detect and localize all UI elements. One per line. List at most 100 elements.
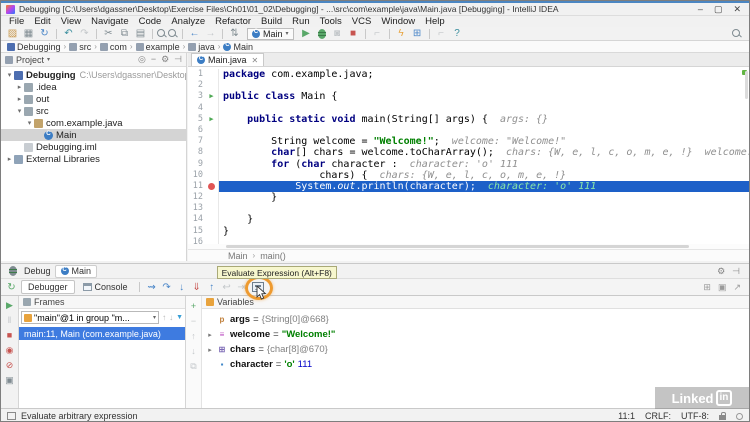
- tree-chevron-icon[interactable]: ▾: [5, 71, 14, 79]
- breakpoint-icon[interactable]: [208, 182, 215, 190]
- settings-gear-icon[interactable]: ⚙: [717, 266, 725, 277]
- menu-edit[interactable]: Edit: [29, 16, 55, 27]
- code-line-14[interactable]: 14 }: [188, 214, 749, 226]
- indicator-icon[interactable]: [736, 412, 743, 420]
- thread-dump-icon[interactable]: ▣: [5, 374, 14, 386]
- undo-icon[interactable]: ↶: [61, 27, 76, 40]
- tree-item-debugging[interactable]: ▾ DebuggingC:\Users\dgassner\Desktop\Exer…: [1, 69, 186, 81]
- file-encoding[interactable]: UTF-8:: [681, 411, 709, 421]
- breadcrumb-main[interactable]: Main: [223, 42, 253, 52]
- sync-icon[interactable]: ↻: [37, 27, 52, 40]
- replace-icon[interactable]: [168, 28, 178, 39]
- help-icon[interactable]: ?: [450, 27, 465, 40]
- gutter-cell[interactable]: [205, 192, 219, 204]
- attach-profiler-icon[interactable]: ⌐: [370, 27, 385, 40]
- view-breakpoints-icon[interactable]: ◉: [6, 344, 14, 356]
- collapse-all-icon[interactable]: −: [151, 54, 156, 65]
- forward-icon[interactable]: →: [203, 27, 218, 40]
- minimize-button[interactable]: –: [698, 4, 703, 15]
- scrollbar-thumb[interactable]: [745, 71, 748, 99]
- scrollbar-thumb[interactable]: [226, 245, 689, 248]
- paste-icon[interactable]: ▤: [133, 27, 148, 40]
- code-line-7[interactable]: 7 String welcome = "Welcome!"; welcome: …: [188, 136, 749, 148]
- code-line-3[interactable]: 3 ▶ public class Main {: [188, 91, 749, 103]
- line-separator[interactable]: CRLF:: [645, 411, 671, 421]
- project-structure-icon[interactable]: ⊞: [410, 27, 425, 40]
- drop-frame-icon[interactable]: ↩: [220, 281, 234, 294]
- gutter-cell[interactable]: [205, 236, 219, 244]
- breadcrumb-com[interactable]: com: [99, 42, 127, 52]
- gutter-cell[interactable]: [205, 124, 219, 137]
- step-out-icon[interactable]: ↑: [205, 281, 219, 294]
- debug-window-title[interactable]: Debug: [24, 266, 51, 276]
- close-button[interactable]: ✕: [733, 4, 741, 15]
- menu-code[interactable]: Code: [134, 16, 167, 27]
- move-watch-up-icon[interactable]: ↑: [191, 331, 196, 341]
- editor-tab-main-java[interactable]: Main.java ✕: [191, 53, 265, 66]
- expand-chevron-icon[interactable]: ▸: [206, 331, 214, 339]
- code-line-5[interactable]: 5 ▶ public static void main(String[] args…: [188, 113, 749, 125]
- code-line-15[interactable]: 15}: [188, 225, 749, 237]
- tree-item-.idea[interactable]: ▸ .idea: [1, 81, 186, 93]
- search-everywhere-icon[interactable]: [732, 28, 742, 39]
- sort-lines-icon[interactable]: ⇅: [227, 27, 242, 40]
- run-with-coverage-icon[interactable]: ◙: [330, 27, 345, 40]
- tree-item-com.example.java[interactable]: ▾ com.example.java: [1, 117, 186, 129]
- menu-window[interactable]: Window: [376, 16, 420, 27]
- toolwindow-toggle-icon[interactable]: [7, 412, 16, 420]
- menu-navigate[interactable]: Navigate: [86, 16, 134, 27]
- gutter-cell[interactable]: [205, 214, 219, 226]
- tab-console[interactable]: Console: [77, 280, 134, 294]
- save-all-icon[interactable]: ▦: [21, 27, 36, 40]
- tab-debugger[interactable]: Debugger: [21, 280, 75, 294]
- pause-program-icon[interactable]: ‖: [8, 314, 12, 326]
- layout-settings-icon[interactable]: ⊞: [703, 282, 711, 293]
- code-line-6[interactable]: 6: [188, 124, 749, 137]
- gutter-cell[interactable]: ▶: [205, 91, 219, 103]
- close-tab-icon[interactable]: ✕: [252, 56, 259, 65]
- hide-frames-filter-icon[interactable]: ▼: [176, 314, 183, 321]
- selected-frame-row[interactable]: main:11, Main (com.example.java): [19, 327, 185, 340]
- cut-icon[interactable]: ✂: [101, 27, 116, 40]
- chevron-down-icon[interactable]: ▾: [47, 56, 50, 63]
- mute-breakpoints-icon[interactable]: ⊘: [6, 359, 14, 371]
- variable-row-chars[interactable]: ▸ ⊞ chars = {char[8]@670}: [202, 342, 749, 357]
- duplicate-watch-icon[interactable]: ⧉: [190, 361, 196, 372]
- thread-selector[interactable]: "main"@1 in group "m... ▾: [21, 311, 160, 324]
- code-line-16[interactable]: 16: [188, 236, 749, 244]
- breadcrumb-src[interactable]: src: [69, 42, 91, 52]
- settings-gear-icon[interactable]: ⚙: [161, 54, 169, 65]
- gutter-cell[interactable]: [205, 225, 219, 237]
- gutter-cell[interactable]: [205, 180, 219, 193]
- hide-panel-icon[interactable]: ⊣: [732, 266, 740, 277]
- gutter-cell[interactable]: ▶: [205, 113, 219, 125]
- gutter-cell[interactable]: [205, 158, 219, 170]
- menu-refactor[interactable]: Refactor: [210, 16, 256, 27]
- menu-view[interactable]: View: [56, 16, 86, 27]
- gutter-cell[interactable]: [205, 102, 219, 114]
- menu-build[interactable]: Build: [256, 16, 287, 27]
- gutter-cell[interactable]: [205, 69, 219, 81]
- menu-tools[interactable]: Tools: [315, 16, 347, 27]
- step-over-icon[interactable]: ↷: [160, 281, 174, 294]
- locate-file-icon[interactable]: ◎: [138, 54, 146, 65]
- remove-watch-icon[interactable]: −: [191, 316, 196, 326]
- menu-analyze[interactable]: Analyze: [166, 16, 210, 27]
- open-icon[interactable]: ▨: [5, 27, 20, 40]
- gutter-cell[interactable]: [205, 136, 219, 148]
- force-step-into-icon[interactable]: ⇓: [190, 281, 204, 294]
- maximize-button[interactable]: ▢: [714, 4, 723, 15]
- tree-chevron-icon[interactable]: ▾: [25, 119, 34, 127]
- gutter-cell[interactable]: [205, 169, 219, 181]
- gutter-cell[interactable]: [205, 203, 219, 215]
- code-line-10[interactable]: 10 chars) { chars: {W, e, l, c, o, m, e,…: [188, 169, 749, 181]
- variable-row-character[interactable]: ▪ character = 'o' 111: [202, 357, 749, 372]
- rerun-button[interactable]: ↻: [4, 281, 19, 294]
- code-line-1[interactable]: 1 package com.example.java;: [188, 69, 749, 81]
- code-line-8[interactable]: 8 char[] chars = welcome.toCharArray(); …: [188, 147, 749, 159]
- breadcrumb-debugging[interactable]: Debugging: [7, 42, 61, 52]
- expand-chevron-icon[interactable]: ▸: [206, 346, 214, 354]
- run-method-icon[interactable]: ▶: [209, 115, 213, 123]
- code-line-4[interactable]: 4: [188, 102, 749, 114]
- restore-layout-icon[interactable]: ▣: [718, 282, 727, 293]
